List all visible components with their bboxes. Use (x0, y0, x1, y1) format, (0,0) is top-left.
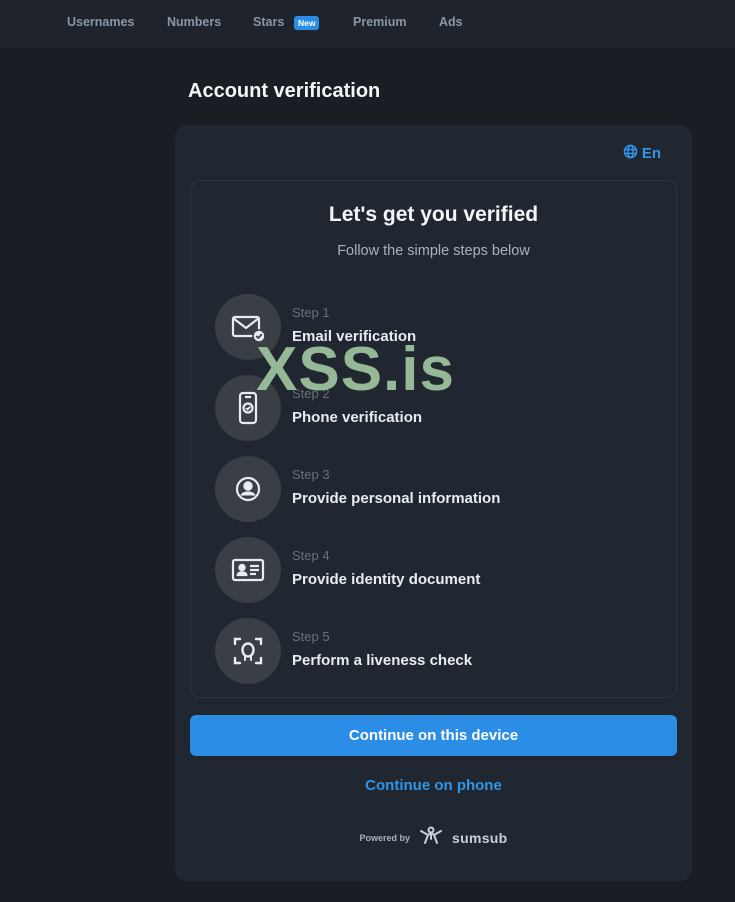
step-number: Step 1 (292, 305, 330, 320)
step-number: Step 5 (292, 629, 330, 644)
continue-on-phone-link[interactable]: Continue on phone (190, 777, 677, 794)
verification-card: En Let's get you verified Follow the sim… (175, 125, 692, 881)
nav-ads[interactable]: Ads (439, 15, 463, 29)
powered-by-footer: Powered by sumsub (175, 825, 692, 850)
language-label: En (641, 145, 661, 162)
language-selector[interactable]: En (623, 144, 661, 163)
id-card-icon (215, 537, 281, 603)
nav-stars[interactable]: Stars (253, 15, 284, 29)
step-item-personal-info: Step 3 Provide personal information (215, 456, 655, 522)
nav-usernames[interactable]: Usernames (67, 15, 134, 29)
person-circle-icon (215, 456, 281, 522)
step-label: Provide identity document (292, 571, 481, 588)
step-item-liveness: Step 5 Perform a liveness check (215, 618, 655, 684)
globe-icon (623, 144, 638, 163)
page-title: Account verification (188, 80, 381, 102)
step-number: Step 3 (292, 467, 330, 482)
top-navigation: Usernames Numbers Stars New Premium Ads (0, 0, 735, 50)
nav-premium[interactable]: Premium (353, 15, 407, 29)
verification-heading: Let's get you verified (328, 203, 539, 226)
sumsub-brand: sumsub (452, 829, 508, 846)
nav-numbers[interactable]: Numbers (167, 15, 221, 29)
sumsub-logo-icon (418, 825, 444, 850)
step-label: Provide personal information (292, 490, 501, 507)
powered-by-label: Powered by (359, 832, 411, 843)
step-number: Step 4 (292, 548, 330, 563)
face-scan-icon (215, 618, 281, 684)
step-label: Phone verification (292, 409, 423, 426)
watermark-text: XSS.is (256, 335, 455, 404)
new-badge: New (294, 16, 320, 30)
verification-subheading: Follow the simple steps below (337, 243, 530, 259)
step-label: Perform a liveness check (292, 652, 473, 669)
continue-on-device-button[interactable]: Continue on this device (190, 715, 677, 756)
steps-panel: Let's get you verified Follow the simple… (190, 180, 677, 698)
step-item-identity-document: Step 4 Provide identity document (215, 537, 655, 603)
